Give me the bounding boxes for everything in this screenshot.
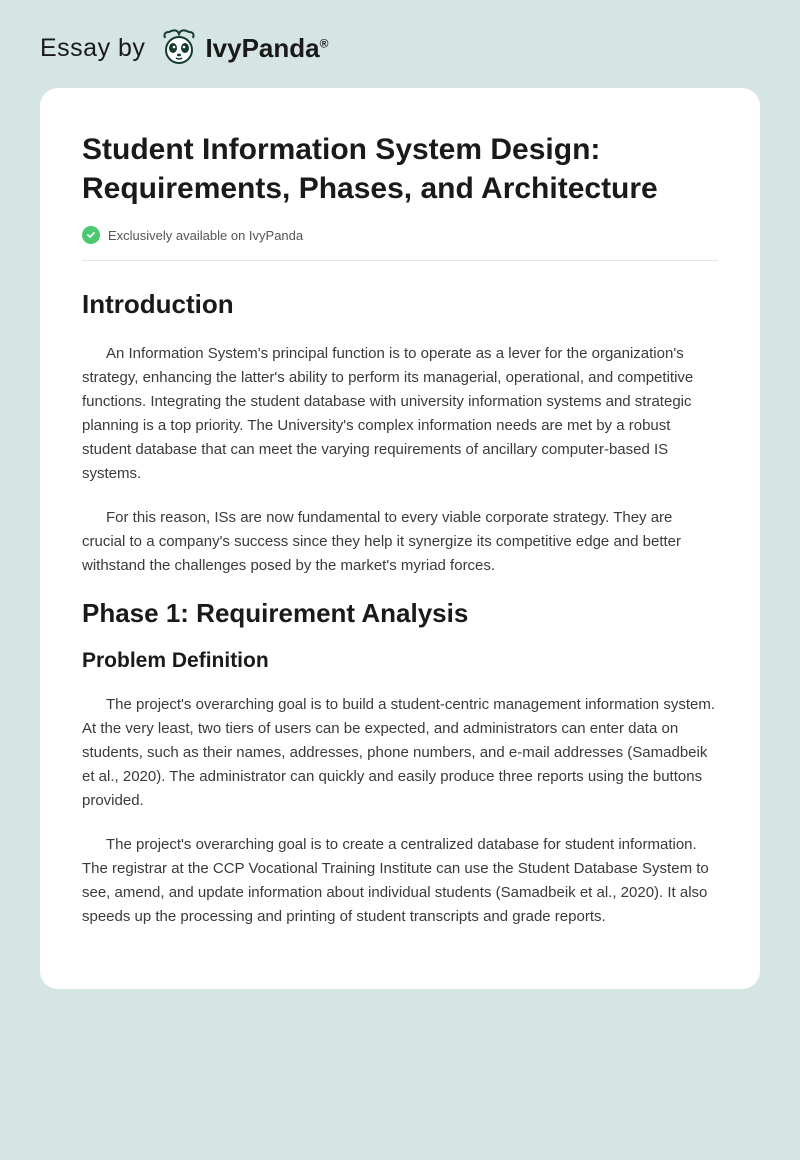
problem-definition-heading: Problem Definition xyxy=(82,649,718,673)
brand-name: IvyPanda® xyxy=(205,33,328,64)
intro-paragraph-1: An Information System's principal functi… xyxy=(82,342,718,486)
document-card: Student Information System Design: Requi… xyxy=(40,88,760,989)
problem-paragraph-1: The project's overarching goal is to bui… xyxy=(82,693,718,813)
essay-by-label: Essay by xyxy=(40,34,145,63)
problem-paragraph-2: The project's overarching goal is to cre… xyxy=(82,833,718,929)
exclusive-badge-row: Exclusively available on IvyPanda xyxy=(82,226,718,261)
registered-mark: ® xyxy=(320,36,329,50)
intro-paragraph-2: For this reason, ISs are now fundamental… xyxy=(82,506,718,578)
header-bar: Essay by IvyPanda® xyxy=(0,0,800,88)
exclusive-text: Exclusively available on IvyPanda xyxy=(108,228,303,243)
page-title: Student Information System Design: Requi… xyxy=(82,130,718,208)
intro-heading: Introduction xyxy=(82,289,718,320)
panda-icon xyxy=(159,28,199,68)
brand-logo: IvyPanda® xyxy=(159,28,328,68)
phase1-heading: Phase 1: Requirement Analysis xyxy=(82,598,718,629)
check-icon xyxy=(82,226,100,244)
